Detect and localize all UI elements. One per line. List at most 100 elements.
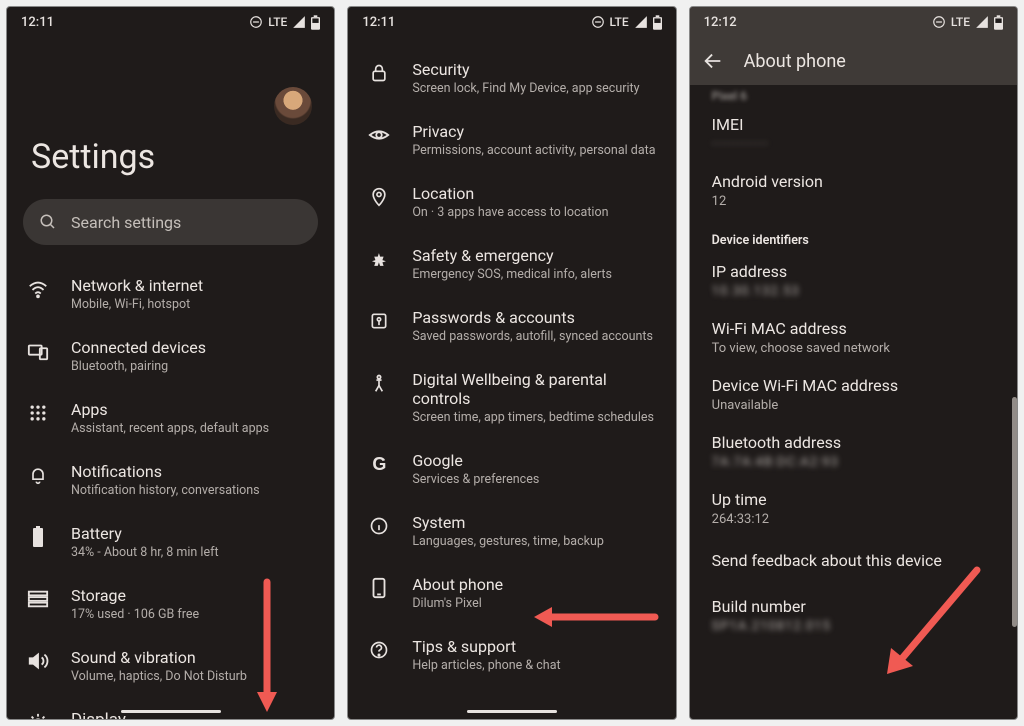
signal-icon	[975, 15, 989, 29]
about-item-imei[interactable]: IMEI ·············	[690, 105, 1017, 162]
item-sub: Assistant, recent apps, default apps	[71, 421, 314, 436]
item-sub: Notification history, conversations	[71, 483, 314, 498]
settings-item-system[interactable]: SystemLanguages, gestures, time, backup	[348, 500, 675, 562]
status-bar: 12:12 LTE	[690, 7, 1017, 37]
do-not-disturb-icon	[932, 15, 946, 29]
help-icon	[368, 639, 390, 661]
screen-settings-scrolled: 12:11 LTE SecurityScreen lock, Find My D…	[347, 6, 676, 720]
status-signal-label: LTE	[268, 15, 287, 29]
about-item-feedback[interactable]: Send feedback about this device	[690, 537, 1017, 587]
item-title: Bluetooth address	[712, 433, 995, 452]
settings-item-notifications[interactable]: Notifications Notification history, conve…	[7, 449, 334, 511]
scrollbar[interactable]	[1012, 397, 1017, 627]
item-title: Up time	[712, 490, 995, 509]
about-item-bluetooth[interactable]: Bluetooth address 7A:7A:4B:DC:A2:93	[690, 423, 1017, 480]
item-title: IMEI	[712, 115, 995, 134]
item-sub: Saved passwords, autofill, synced accoun…	[412, 329, 655, 344]
apps-icon	[27, 402, 49, 424]
item-sub: Languages, gestures, time, backup	[412, 534, 655, 549]
search-input[interactable]: Search settings	[23, 199, 318, 245]
status-time: 12:12	[704, 15, 737, 30]
signal-icon	[634, 15, 648, 29]
settings-item-about-phone[interactable]: About phoneDilum's Pixel	[348, 562, 675, 624]
settings-item-wellbeing[interactable]: Digital Wellbeing & parental controls Scr…	[348, 357, 675, 438]
settings-item-passwords[interactable]: Passwords & accounts Saved passwords, aut…	[348, 295, 675, 357]
privacy-icon	[368, 124, 390, 146]
item-title: Apps	[71, 400, 314, 419]
item-title: Tips & support	[412, 637, 655, 656]
settings-item-sound[interactable]: Sound & vibration Volume, haptics, Do Not…	[7, 635, 334, 697]
search-icon	[39, 213, 57, 231]
item-sub: Dilum's Pixel	[412, 596, 655, 611]
item-title: Safety & emergency	[412, 246, 655, 265]
item-title: Storage	[71, 586, 314, 605]
back-button[interactable]	[702, 50, 724, 72]
header-title: About phone	[744, 51, 846, 72]
search-placeholder: Search settings	[71, 213, 181, 232]
settings-item-storage[interactable]: Storage17% used · 106 GB free	[7, 573, 334, 635]
settings-item-display[interactable]: Display	[7, 697, 334, 719]
about-list: Pixel 6 IMEI ············· Android versi…	[690, 85, 1017, 719]
settings-item-network[interactable]: Network & internet Mobile, Wi-Fi, hotspot	[7, 263, 334, 325]
item-value: 7A:7A:4B:DC:A2:93	[712, 455, 995, 470]
item-sub: Volume, haptics, Do Not Disturb	[71, 669, 314, 684]
item-title: Sound & vibration	[71, 648, 314, 667]
item-title: Network & internet	[71, 276, 314, 295]
truncated-top: Pixel 6	[690, 89, 1017, 105]
google-icon: G	[368, 453, 390, 475]
about-item-device-wifi-mac[interactable]: Device Wi-Fi MAC address Unavailable	[690, 366, 1017, 423]
item-value: ·············	[712, 137, 995, 152]
storage-icon	[27, 588, 49, 610]
settings-item-security[interactable]: SecurityScreen lock, Find My Device, app…	[348, 47, 675, 109]
screen-settings-main: 12:11 LTE Settings Search settings Netwo…	[6, 6, 335, 720]
item-sub: Screen time, app timers, bedtime schedul…	[412, 410, 655, 425]
location-icon	[368, 186, 390, 208]
item-sub: 34% - About 8 hr, 8 min left	[71, 545, 314, 560]
battery-icon	[994, 15, 1003, 30]
item-sub: Bluetooth, pairing	[71, 359, 314, 374]
about-item-build-number[interactable]: Build number SP1A.210812.015	[690, 587, 1017, 644]
about-item-ip[interactable]: IP address 10.30.132.53	[690, 252, 1017, 309]
item-title: Digital Wellbeing & parental controls	[412, 370, 655, 408]
status-bar: 12:11 LTE	[7, 7, 334, 37]
settings-item-google[interactable]: G GoogleServices & preferences	[348, 438, 675, 500]
item-title: Privacy	[412, 122, 655, 141]
settings-item-apps[interactable]: Apps Assistant, recent apps, default apps	[7, 387, 334, 449]
about-item-android-version[interactable]: Android version 12	[690, 162, 1017, 219]
item-sub: Help articles, phone & chat	[412, 658, 655, 673]
home-indicator[interactable]	[121, 710, 221, 713]
status-time: 12:11	[362, 15, 395, 30]
item-value: 264:33:12	[712, 512, 995, 527]
settings-item-safety[interactable]: Safety & emergencyEmergency SOS, medical…	[348, 233, 675, 295]
settings-item-location[interactable]: LocationOn · 3 apps have access to locat…	[348, 171, 675, 233]
item-sub: Permissions, account activity, personal …	[412, 143, 655, 158]
do-not-disturb-icon	[591, 15, 605, 29]
settings-item-connected[interactable]: Connected devicesBluetooth, pairing	[7, 325, 334, 387]
phone-icon	[368, 577, 390, 599]
about-item-uptime[interactable]: Up time 264:33:12	[690, 480, 1017, 537]
about-item-wifi-mac[interactable]: Wi-Fi MAC address To view, choose saved …	[690, 309, 1017, 366]
settings-list: SecurityScreen lock, Find My Device, app…	[348, 37, 675, 719]
settings-item-battery[interactable]: Battery34% - About 8 hr, 8 min left	[7, 511, 334, 573]
info-icon	[368, 515, 390, 537]
lock-icon	[368, 62, 390, 84]
item-title: Wi-Fi MAC address	[712, 319, 995, 338]
settings-list: Network & internet Mobile, Wi-Fi, hotspot…	[7, 259, 334, 719]
section-device-identifiers: Device identifiers	[690, 219, 1017, 252]
wifi-icon	[27, 278, 49, 300]
item-title: Passwords & accounts	[412, 308, 655, 327]
settings-item-privacy[interactable]: Privacy Permissions, account activity, pe…	[348, 109, 675, 171]
volume-icon	[27, 650, 49, 672]
item-sub: Mobile, Wi-Fi, hotspot	[71, 297, 314, 312]
settings-item-tips[interactable]: Tips & support Help articles, phone & cha…	[348, 624, 675, 686]
home-indicator[interactable]	[467, 710, 557, 713]
item-title: Build number	[712, 597, 995, 616]
status-signal-label: LTE	[951, 15, 970, 29]
item-value: 10.30.132.53	[712, 284, 995, 299]
item-title: Send feedback about this device	[712, 551, 995, 570]
screen-about-phone: 12:12 LTE About phone Pixel 6 IMEI ·····…	[689, 6, 1018, 720]
item-title: Location	[412, 184, 655, 203]
signal-icon	[292, 15, 306, 29]
brightness-icon	[27, 712, 49, 719]
item-title: Notifications	[71, 462, 314, 481]
